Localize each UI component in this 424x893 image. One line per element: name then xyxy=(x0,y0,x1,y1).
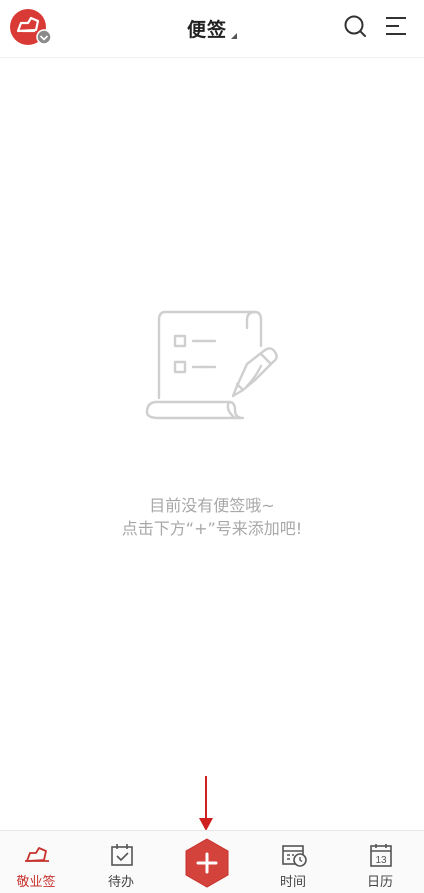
empty-state-message: 目前没有便签哦~ xyxy=(149,496,275,515)
title-dropdown[interactable]: 便签 xyxy=(187,15,237,42)
down-arrow-annotation-icon xyxy=(199,776,213,831)
add-note-button[interactable] xyxy=(184,838,230,888)
calendar-date-icon: 13 xyxy=(370,844,392,867)
search-icon[interactable] xyxy=(343,14,367,38)
calendar-day-number: 13 xyxy=(375,855,387,866)
calendar-check-icon xyxy=(111,844,133,866)
menu-icon[interactable] xyxy=(385,15,407,37)
nav-item-calendar[interactable]: 13 日历 xyxy=(350,831,410,893)
nav-label-calendar: 日历 xyxy=(366,875,393,890)
nav-label-todo: 待办 xyxy=(107,875,134,890)
empty-state-hint: 点击下方“+”号来添加吧! xyxy=(121,519,303,538)
app-logo-avatar[interactable] xyxy=(9,8,51,46)
empty-notes-illustration xyxy=(145,310,278,420)
nav-item-todo[interactable]: 待办 xyxy=(91,831,151,893)
dropdown-caret-icon xyxy=(231,33,237,39)
nav-item-time[interactable]: 时间 xyxy=(263,831,323,893)
calendar-clock-icon xyxy=(282,845,307,867)
nav-label-time: 时间 xyxy=(279,875,306,890)
app-header: 便签 xyxy=(0,0,424,58)
nav-label-notes: 敬业签 xyxy=(16,875,56,890)
page-title: 便签 xyxy=(186,19,227,41)
cloud-note-icon xyxy=(25,847,49,862)
nav-item-notes[interactable]: 敬业签 xyxy=(6,831,66,893)
